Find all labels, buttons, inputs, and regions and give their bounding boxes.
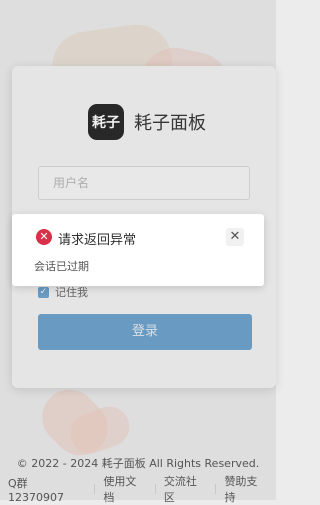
- footer-link-community[interactable]: 交流社区: [156, 473, 216, 505]
- footer-link-qq-group[interactable]: Q群 12370907: [0, 475, 94, 504]
- error-icon: ✕: [36, 229, 52, 245]
- close-icon[interactable]: ✕: [226, 228, 244, 246]
- footer-link-sponsor[interactable]: 赞助支持: [216, 473, 276, 505]
- footer-links: Q群 12370907 使用文档 交流社区 赞助支持: [0, 473, 276, 505]
- error-dialog: ✕ 请求返回异常 ✕ 会话已过期: [12, 214, 264, 286]
- footer-link-docs[interactable]: 使用文档: [95, 473, 155, 505]
- footer-copyright: © 2022 - 2024 耗子面板 All Rights Reserved.: [16, 457, 260, 470]
- dialog-message: 会话已过期: [34, 260, 89, 273]
- dialog-title: 请求返回异常: [58, 233, 137, 248]
